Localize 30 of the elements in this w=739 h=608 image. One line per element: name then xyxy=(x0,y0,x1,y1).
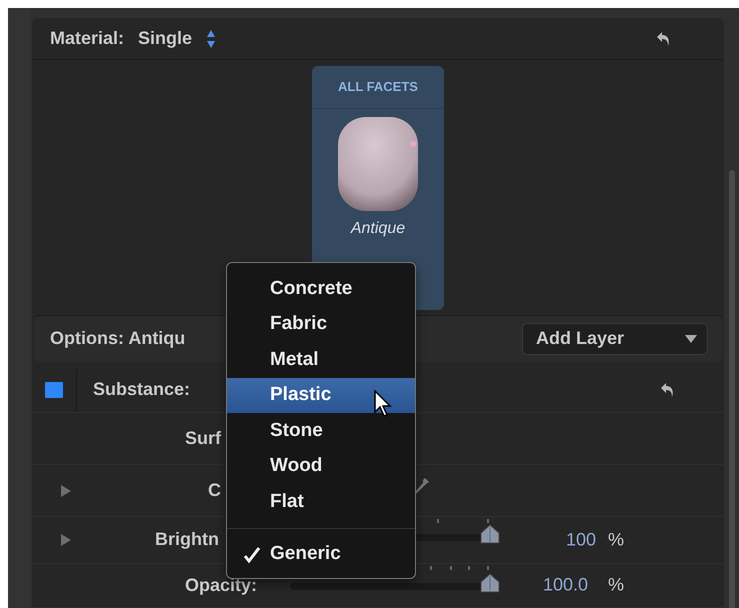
value-field[interactable]: 100.0 xyxy=(543,574,588,596)
menu-item[interactable]: Stone xyxy=(227,413,415,448)
row-label: C xyxy=(208,480,221,502)
menu-item[interactable]: Wood xyxy=(227,448,415,484)
material-value[interactable]: Single xyxy=(138,28,192,50)
options-label: Options: Antiqu xyxy=(50,328,186,350)
row-label: Brightn xyxy=(155,529,219,550)
row-label: Opacity: xyxy=(185,574,258,596)
disclosure-triangle-icon[interactable] xyxy=(60,532,72,547)
material-name: Antique xyxy=(350,220,406,238)
facet-title: ALL FACETS xyxy=(312,66,444,110)
menu-item[interactable]: Flat xyxy=(227,484,415,520)
slider-thumb[interactable] xyxy=(480,572,500,593)
menu-item[interactable]: Metal xyxy=(227,342,415,378)
stepper-icon[interactable] xyxy=(206,28,216,49)
unit-label: % xyxy=(608,529,624,550)
menu-item[interactable]: Plastic xyxy=(227,378,415,413)
layer-checkbox[interactable] xyxy=(45,382,63,398)
substance-label: Substance: xyxy=(93,379,190,400)
unit-label: % xyxy=(608,574,624,596)
scrollbar[interactable] xyxy=(729,170,735,608)
menu-item[interactable]: Generic xyxy=(227,536,415,572)
value-field[interactable]: 100 xyxy=(566,529,596,550)
cursor-icon xyxy=(374,390,394,418)
disclosure-triangle-icon[interactable] xyxy=(60,484,72,498)
row-label: Surf xyxy=(185,428,221,449)
add-layer-button[interactable]: Add Layer xyxy=(522,322,708,355)
caret-icon xyxy=(685,334,697,343)
slider-thumb[interactable] xyxy=(480,524,500,544)
material-label: Material: xyxy=(50,28,124,50)
